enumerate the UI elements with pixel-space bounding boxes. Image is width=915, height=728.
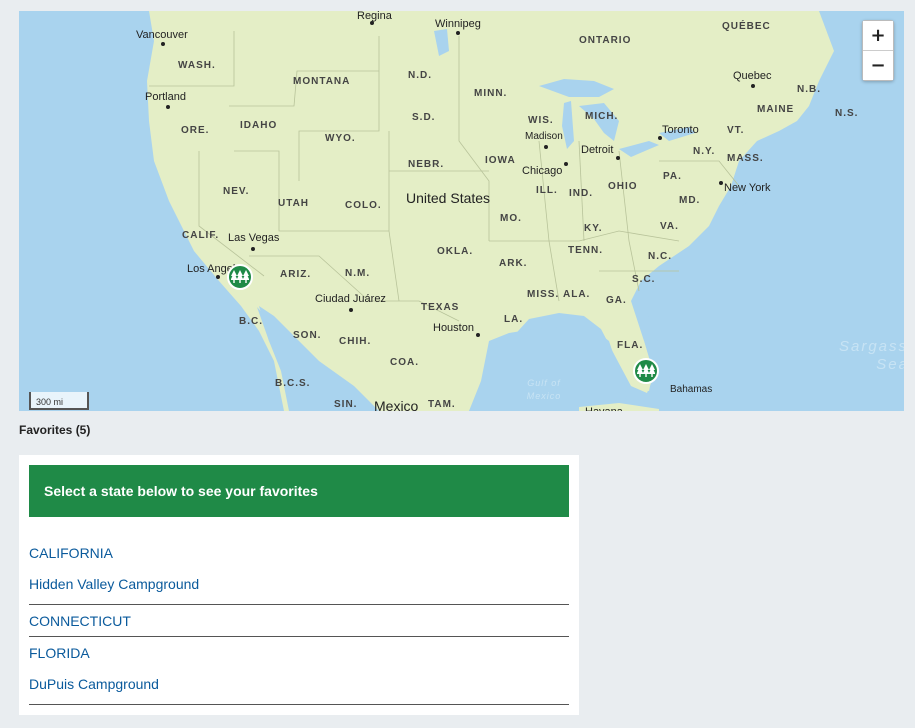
campground-marker-california[interactable] [227, 264, 253, 290]
divider [29, 636, 569, 637]
state-label-iowa: IOWA [485, 155, 516, 166]
state-link-connecticut[interactable]: CONNECTICUT [29, 613, 569, 629]
city-label-havana: Havana [585, 407, 623, 411]
state-label-bcs: B.C.S. [275, 378, 311, 389]
state-link-florida[interactable]: FLORIDA [29, 645, 569, 661]
city-label-madison: Madison [525, 131, 563, 142]
state-link-california[interactable]: CALIFORNIA [29, 545, 569, 561]
state-label-wis: WIS. [528, 115, 554, 126]
state-label-idaho: IDAHO [240, 120, 278, 131]
state-label-coa: COA. [390, 357, 419, 368]
favorites-title: Favorites (5) [19, 423, 91, 437]
city-label-toronto: Toronto [662, 124, 699, 136]
state-label-montana: MONTANA [293, 76, 351, 87]
city-label-quebec: Quebec [733, 70, 772, 82]
state-label-nd: N.D. [408, 70, 432, 81]
state-label-okla: OKLA. [437, 246, 474, 257]
state-label-md: MD. [679, 195, 701, 206]
state-label-sd: S.D. [412, 112, 436, 123]
state-label-ariz: ARIZ. [280, 269, 312, 280]
state-label-va: VA. [660, 221, 679, 232]
state-label-calif: CALIF. [182, 230, 220, 241]
state-label-quebec: QUÉBEC [722, 21, 771, 32]
city-label-ciudad-juarez: Ciudad Juárez [315, 293, 386, 305]
state-label-mass: MASS. [727, 153, 764, 164]
state-label-mich: MICH. [585, 111, 619, 122]
state-label-chih: CHIH. [339, 336, 372, 347]
zoom-in-button[interactable]: + [863, 21, 893, 50]
campground-marker-florida[interactable] [633, 358, 659, 384]
city-label-las-vegas: Las Vegas [228, 232, 280, 244]
city-label-new-york: New York [724, 182, 771, 194]
favorites-panel: Select a state below to see your favorit… [19, 455, 579, 715]
state-label-ind: IND. [569, 188, 593, 199]
state-label-ny: N.Y. [693, 146, 716, 157]
state-label-ala: ALA. [563, 289, 591, 300]
country-label-united-states: United States [406, 190, 491, 206]
state-label-la: LA. [504, 314, 524, 325]
trees-icon [231, 270, 249, 283]
city-label-chicago: Chicago [522, 165, 563, 177]
state-label-nb: N.B. [797, 84, 821, 95]
city-label-regina: Regina [357, 11, 392, 22]
state-label-ill: ILL. [536, 185, 558, 196]
zoom-out-button[interactable]: − [863, 51, 893, 80]
favorites-header: Select a state below to see your favorit… [29, 465, 569, 517]
map-view[interactable]: WASH. MONTANA N.D. MINN. ORE. IDAHO S.D.… [19, 11, 904, 411]
city-label-detroit: Detroit [581, 144, 614, 156]
trees-icon [637, 364, 655, 377]
state-label-ns: N.S. [835, 108, 859, 119]
state-label-fla: FLA. [617, 340, 644, 351]
country-label-mexico: Mexico [374, 398, 419, 411]
state-label-minn: MINN. [474, 88, 508, 99]
state-label-ore: ORE. [181, 125, 210, 136]
campground-link-hidden-valley[interactable]: Hidden Valley Campground [29, 576, 569, 592]
state-label-nm: N.M. [345, 268, 371, 279]
state-label-ga: GA. [606, 295, 627, 306]
water-label-gulf-of-mexico: Gulf of Mexico [526, 378, 562, 401]
state-label-ontario: ONTARIO [579, 35, 632, 46]
state-label-ky: KY. [584, 223, 603, 234]
state-label-tenn: TENN. [568, 245, 603, 256]
state-label-utah: UTAH [278, 198, 310, 209]
zoom-control: + − [862, 20, 894, 81]
city-label-vancouver: Vancouver [136, 29, 188, 41]
divider [29, 604, 569, 605]
state-label-nc: N.C. [648, 251, 672, 262]
state-label-sc: S.C. [632, 274, 656, 285]
state-label-ark: ARK. [499, 258, 528, 269]
state-label-wyo: WYO. [325, 133, 356, 144]
scale-bar: 300 mi [29, 392, 89, 410]
state-label-colo: COLO. [345, 200, 382, 211]
divider [29, 704, 569, 705]
state-label-maine: MAINE [757, 104, 795, 115]
state-label-ohio: OHIO [608, 181, 638, 192]
state-label-texas: TEXAS [421, 302, 460, 313]
city-label-portland: Portland [145, 91, 186, 103]
water-label-sargasso-sea: Sargasso Sea [839, 338, 904, 373]
state-label-bc: B.C. [239, 316, 263, 327]
state-label-son: SON. [293, 330, 322, 341]
state-label-pa: PA. [663, 171, 682, 182]
state-label-tam: TAM. [428, 399, 456, 410]
city-label-winnipeg: Winnipeg [435, 18, 481, 30]
campground-link-dupuis[interactable]: DuPuis Campground [29, 676, 569, 692]
city-label-houston: Houston [433, 322, 474, 334]
state-label-nebr: NEBR. [408, 159, 445, 170]
city-label-bahamas: Bahamas [670, 384, 713, 395]
state-label-vt: VT. [727, 125, 745, 136]
state-label-nev: NEV. [223, 186, 250, 197]
state-label-sin: SIN. [334, 399, 358, 410]
state-label-mo: MO. [500, 213, 522, 224]
state-label-wash: WASH. [178, 60, 216, 71]
state-label-miss: MISS. [527, 289, 560, 300]
